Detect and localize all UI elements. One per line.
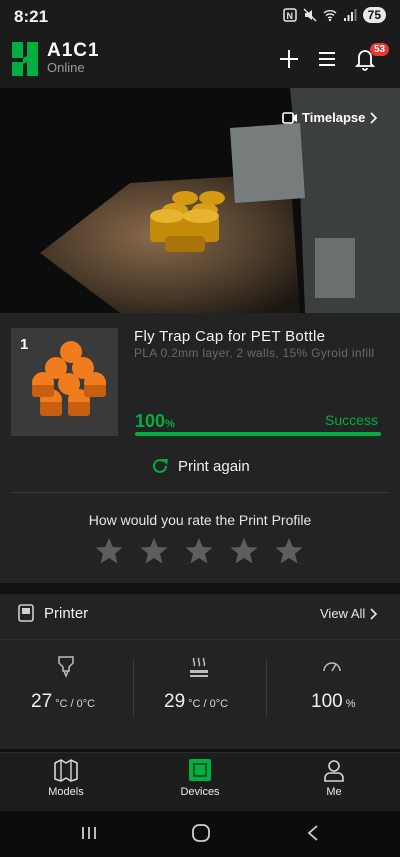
star-icon[interactable] [274,536,304,566]
star-icon[interactable] [184,536,214,566]
bambu-logo-icon [12,42,38,76]
bed-temp-unit: °C / 0°C [188,698,229,710]
progress-percent: 100% [135,411,175,432]
system-navigation [0,811,400,857]
fan-speed-value: 100 [311,691,343,712]
model-description: PLA 0.2mm layer, 2 walls, 15% Gyroid inf… [134,346,375,360]
video-camera-icon [282,111,297,124]
view-all-label: View All [320,606,366,621]
mute-icon [303,8,317,22]
printer-icon [18,604,34,622]
progress-fill [135,432,381,436]
battery-indicator: 75 [362,7,386,23]
section-divider [0,639,400,640]
plus-icon [280,50,298,68]
recent-apps-icon[interactable] [80,825,98,841]
bed-temp-value: 29 [164,691,186,712]
bed-temperature: 29 °C / 0°C [164,691,228,713]
view-all-link[interactable]: View All [320,606,378,621]
printer-section-title: Printer [44,605,89,622]
nozzle-temp-value: 27 [31,691,53,712]
app-header: A1C1 Online 53 [0,34,400,88]
nav-me-label: Me [326,786,342,798]
stat-divider [266,658,267,718]
nozzle-temp-unit: °C / 0°C [55,698,96,710]
progress-value: 100 [135,411,166,431]
fan-speed-unit: % [345,698,356,710]
menu-icon [319,52,335,66]
rating-question: How would you rate the Print Profile [88,512,312,528]
devices-icon [189,759,211,781]
speed-gauge-icon [323,662,341,672]
notification-badge: 53 [370,43,390,56]
timelapse-label: Timelapse [302,110,366,125]
signal-icon [343,9,357,21]
status-icons: N 75 [282,7,386,23]
nav-models[interactable]: Models [21,758,111,798]
menu-button[interactable] [312,44,342,74]
chevron-right-icon [370,607,378,620]
progress-unit: % [165,418,175,430]
chevron-right-icon [370,111,378,124]
nfc-icon: N [282,8,297,22]
heatbed-icon [190,657,208,677]
printer-status: Online [47,60,85,75]
star-icon[interactable] [94,536,124,566]
printer-name: A1C1 [47,40,100,61]
star-icon[interactable] [229,536,259,566]
models-icon [54,759,78,782]
progress-bar [135,432,381,436]
reprint-icon [153,458,168,473]
star-icon[interactable] [139,536,169,566]
nav-devices-label: Devices [180,786,220,798]
fan-speed: 100% [311,691,355,713]
divider [11,492,389,493]
print-again-button[interactable]: Print again [150,456,250,476]
star-rating[interactable] [94,536,304,566]
status-time: 8:21 [14,7,49,26]
profile-icon [324,760,344,782]
stat-divider [133,658,134,718]
print-status: Success [325,412,378,428]
timelapse-button[interactable]: Timelapse [282,110,378,125]
nav-models-label: Models [48,786,84,798]
home-icon[interactable] [191,823,211,843]
svg-text:N: N [286,11,293,21]
model-name: Fly Trap Cap for PET Bottle [134,328,326,345]
add-button[interactable] [274,44,304,74]
wifi-icon [323,10,337,22]
nav-me[interactable]: Me [289,758,379,798]
back-icon[interactable] [306,824,320,842]
print-again-label: Print again [178,457,250,475]
nozzle-icon [58,656,74,679]
nav-devices[interactable]: Devices [155,758,245,798]
plate-number: 1 [20,336,29,353]
nozzle-temperature: 27 °C / 0°C [31,691,95,713]
